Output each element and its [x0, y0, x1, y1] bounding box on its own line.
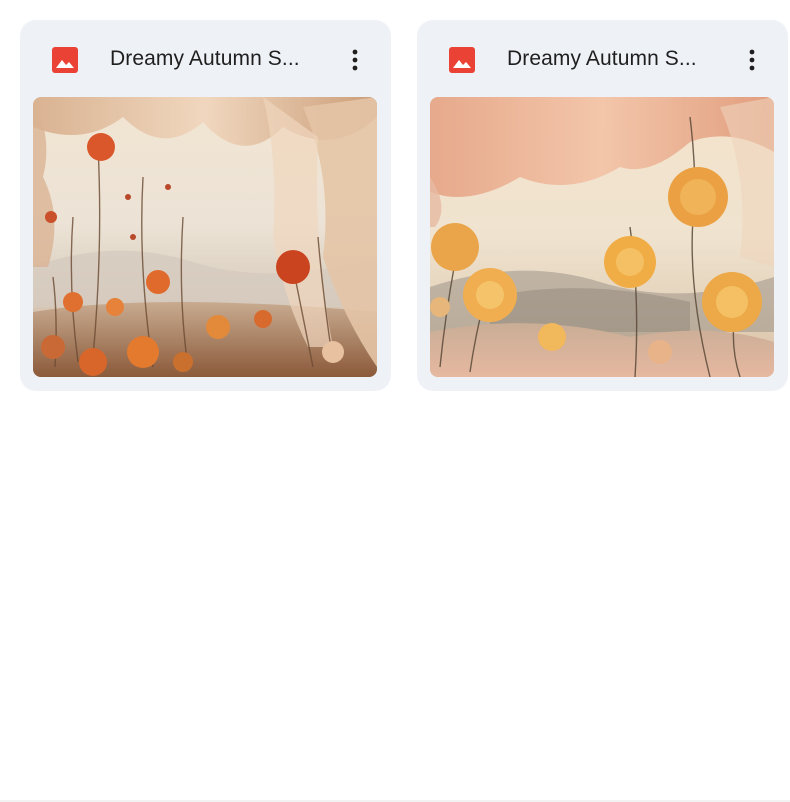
- file-thumbnail[interactable]: [33, 97, 377, 377]
- file-card-header: Dreamy Autumn S...: [417, 20, 788, 97]
- more-vert-icon: [749, 49, 755, 71]
- file-title: Dreamy Autumn S...: [110, 47, 300, 70]
- file-card-2[interactable]: Dreamy Autumn S...: [417, 20, 788, 391]
- autumn-marigolds-drapes-image: [430, 97, 774, 377]
- more-options-button[interactable]: [734, 42, 770, 78]
- file-card-1[interactable]: Dreamy Autumn S...: [20, 20, 391, 391]
- file-card-header: Dreamy Autumn S...: [20, 20, 391, 97]
- autumn-poppies-drapes-image: [33, 97, 377, 377]
- more-vert-icon: [352, 49, 358, 71]
- image-file-icon: [449, 47, 475, 73]
- file-title: Dreamy Autumn S...: [507, 47, 697, 70]
- image-file-icon: [52, 47, 78, 73]
- file-thumbnail[interactable]: [430, 97, 774, 377]
- more-options-button[interactable]: [337, 42, 373, 78]
- file-grid: Dreamy Autumn S... Dreamy Autumn S...: [20, 20, 788, 391]
